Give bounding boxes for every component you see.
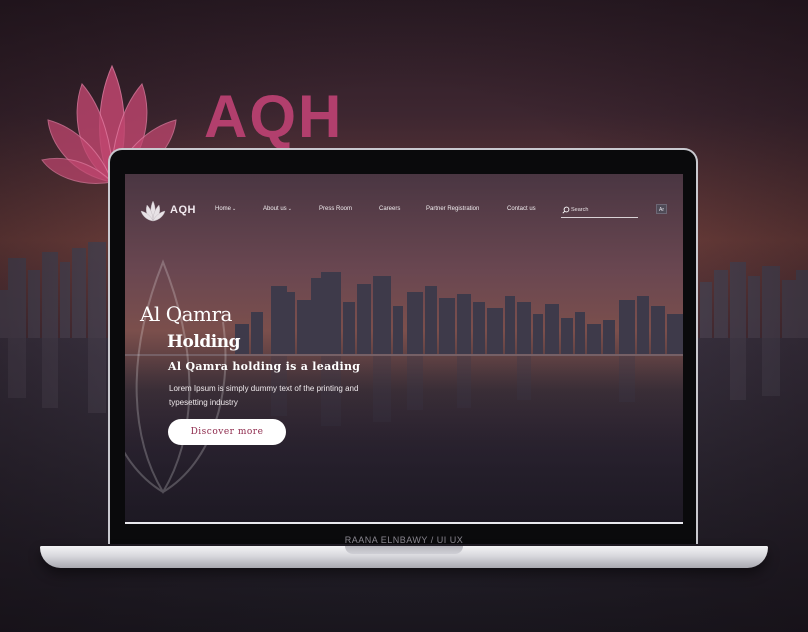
- top-navigation: AQH Home⌄ About us⌄ Press Room Careers P…: [125, 174, 683, 246]
- nav-item-label: Partner Registration: [426, 206, 480, 212]
- hero-title-line1: Al Qamra: [140, 302, 232, 326]
- chevron-down-icon: ⌄: [287, 206, 292, 212]
- nav-item-label: Contact us: [507, 206, 536, 212]
- discover-more-button[interactable]: Discover more: [168, 419, 286, 445]
- nav-item-partner-registration[interactable]: Partner Registration: [426, 206, 479, 212]
- nav-item-press-room[interactable]: Press Room: [319, 206, 352, 212]
- screen-bottom-bar: [125, 522, 683, 524]
- nav-item-careers[interactable]: Careers: [379, 206, 400, 212]
- hero-subtitle: Al Qamra holding is a leading: [168, 360, 361, 373]
- search-icon[interactable]: [562, 206, 570, 214]
- nav-item-about[interactable]: About us⌄: [263, 206, 292, 212]
- nav-item-home[interactable]: Home⌄: [215, 206, 236, 212]
- hero-description: Lorem Ipsum is simply dummy text of the …: [169, 384, 359, 407]
- search-box[interactable]: [561, 203, 638, 218]
- designer-credit: RAANA ELNBAWY / UI UX: [344, 535, 464, 545]
- language-toggle[interactable]: Ar: [656, 204, 667, 214]
- nav-item-label: Press Room: [319, 206, 353, 212]
- nav-item-contact[interactable]: Contact us: [507, 206, 536, 212]
- nav-item-label: Careers: [379, 206, 401, 212]
- nav-brand[interactable]: AQH: [170, 204, 196, 216]
- search-input[interactable]: [571, 204, 636, 215]
- nav-item-label: About us: [263, 206, 287, 212]
- lotus-logo-icon[interactable]: [140, 200, 166, 222]
- laptop-notch: [345, 546, 463, 554]
- nav-item-label: Home: [215, 206, 232, 212]
- hero-title-line2: Holding: [167, 332, 240, 352]
- background-brand: AQH: [204, 83, 344, 150]
- website-screen: AQH Home⌄ About us⌄ Press Room Careers P…: [125, 174, 683, 523]
- chevron-down-icon: ⌄: [232, 206, 237, 212]
